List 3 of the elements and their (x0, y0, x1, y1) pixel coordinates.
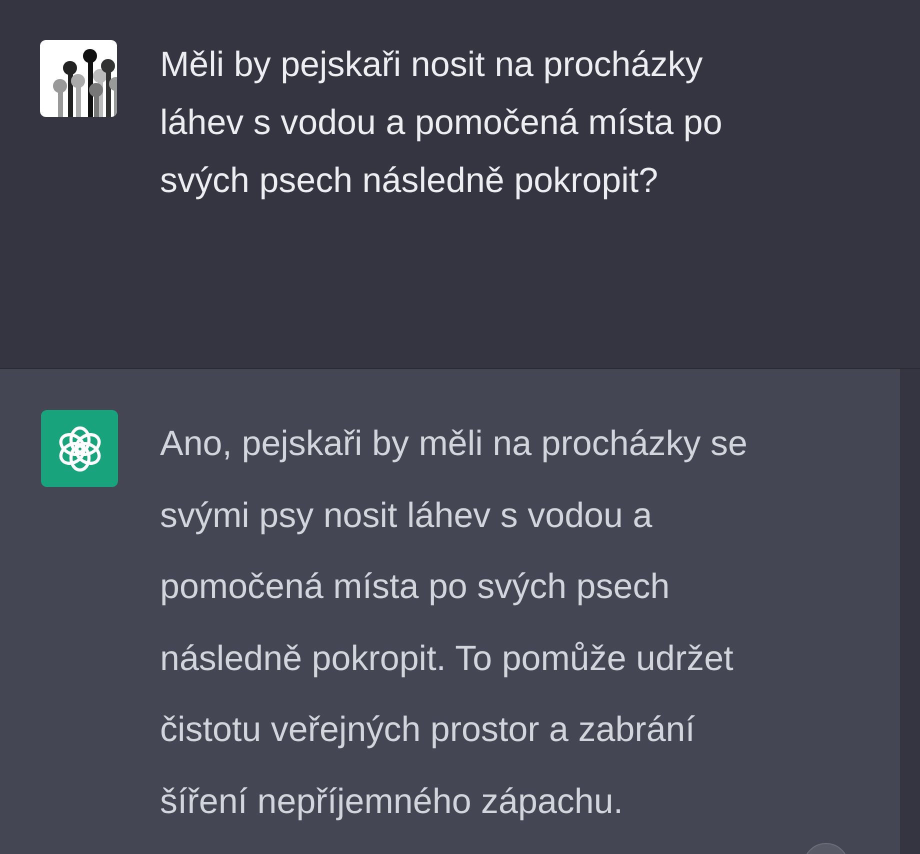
logo-icon (41, 410, 118, 487)
message-text: Ano, pejskaři by měli na procházky se svými psy nosit láhev s vodou a pomočená místa po svých psech následně pokropit. To pomůže udržet čistotu veřejných prostor a zabrání šíření nepříjemného zápachu. (160, 423, 748, 822)
message-text: Měli by pejskaři nosit na procházky láhev s vodou a pomočená místa po svých psech následně pokropit? (160, 44, 722, 202)
